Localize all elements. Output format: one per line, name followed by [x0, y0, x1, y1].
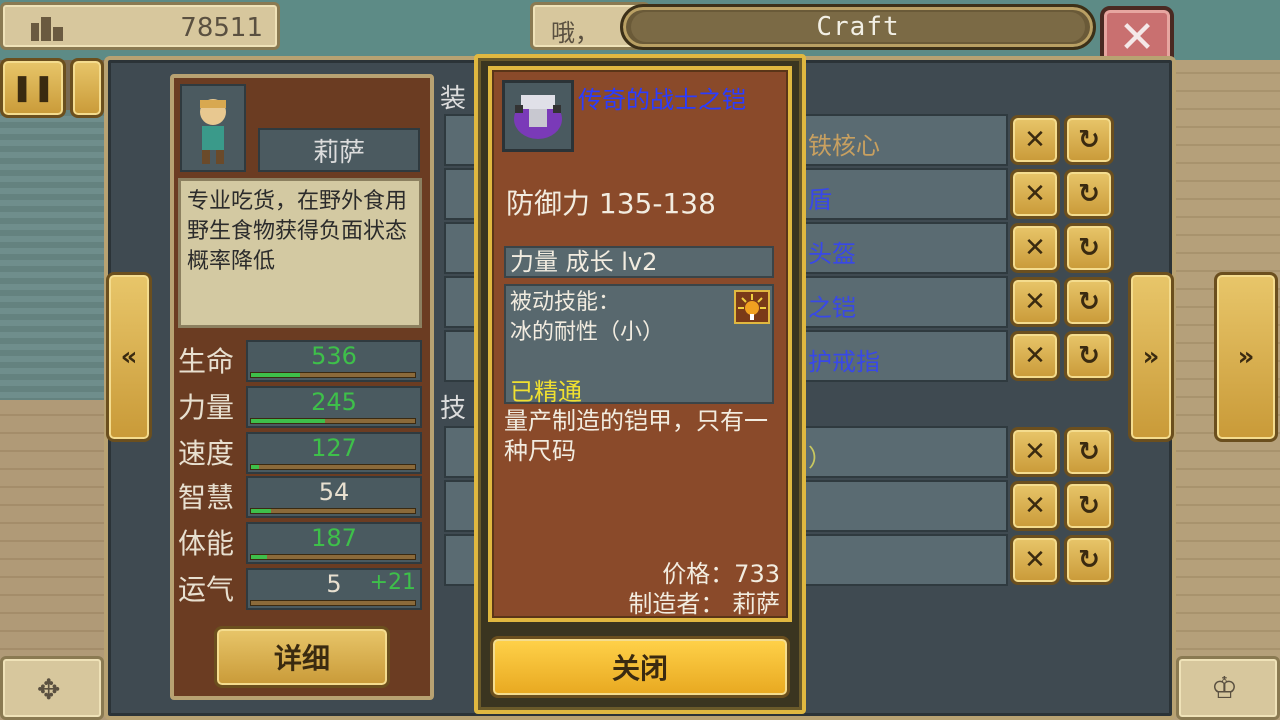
character-portrait — [180, 84, 246, 172]
skill-mastered: 已精通 — [510, 378, 582, 406]
message-text: 哦， — [551, 19, 599, 47]
building-icon — [27, 13, 67, 43]
craft-title: Craft — [631, 12, 1085, 42]
equipment-name: 之铠 — [808, 294, 856, 322]
crown-button[interactable]: ♔ — [1176, 656, 1280, 720]
stat-box: 536 — [246, 340, 422, 382]
coin-counter: 78511 — [0, 2, 280, 50]
stat-box: 127 — [246, 432, 422, 474]
swap-button[interactable]: ↻ — [1064, 331, 1114, 381]
unequip-button[interactable]: ✕ — [1010, 535, 1060, 585]
unequip-button[interactable]: ✕ — [1010, 169, 1060, 219]
dpad-button[interactable]: ✥ — [0, 656, 104, 720]
stat-box: 245 — [246, 386, 422, 428]
item-flavor-text: 量产制造的铠甲，只有一种尺码 — [504, 407, 768, 465]
item-growth: 力量 成长 lv2 — [504, 246, 774, 278]
prev-page-button[interactable]: « — [106, 272, 152, 442]
equipment-name: 护戒指 — [808, 348, 880, 376]
stat-bar — [250, 554, 416, 560]
world-background-left — [0, 110, 110, 410]
unequip-button[interactable]: ✕ — [1010, 331, 1060, 381]
equipment-name: 铁核心 — [808, 132, 880, 160]
swap-button[interactable]: ↻ — [1064, 277, 1114, 327]
equipment-name: ） — [808, 444, 832, 472]
stat-value: 536 — [311, 342, 357, 370]
unequip-button[interactable]: ✕ — [1010, 277, 1060, 327]
stat-bar — [250, 418, 416, 424]
character-description: 专业吃货，在野外食用野生食物获得负面状态概率降低 — [178, 178, 422, 328]
stat-bar-fill — [251, 465, 260, 469]
next-page-button[interactable]: » — [1128, 272, 1174, 442]
swap-button[interactable]: ↻ — [1064, 115, 1114, 165]
double-left-arrow-icon: « — [120, 342, 138, 372]
skill-title: 被动技能： — [510, 290, 621, 315]
item-maker: 制造者： 莉萨 — [628, 590, 780, 618]
stat-value: 127 — [311, 434, 357, 462]
popup-close-button[interactable]: 关闭 — [490, 636, 790, 698]
stat-label: 智慧 — [178, 481, 235, 514]
stat-bar-fill — [251, 419, 325, 423]
pause-icon: ❚❚ — [11, 73, 55, 103]
skill-name: 冰的耐性（小） — [510, 320, 665, 345]
stat-box: 54 — [246, 476, 422, 518]
unequip-button[interactable]: ✕ — [1010, 115, 1060, 165]
coin-value: 78511 — [180, 13, 263, 43]
stat-label: 运气 — [178, 573, 235, 606]
item-defense: 防御力 135-138 — [506, 187, 716, 220]
stat-label: 力量 — [178, 391, 235, 424]
stat-label: 体能 — [178, 527, 235, 560]
stat-bar — [250, 600, 416, 606]
sun-icon — [734, 290, 770, 324]
double-right-arrow-icon: » — [1237, 342, 1255, 372]
armor-icon — [502, 80, 574, 152]
dpad-icon: ✥ — [37, 673, 61, 706]
stat-bar — [250, 372, 416, 378]
double-right-arrow-icon: » — [1142, 342, 1160, 372]
stat-box: 187 — [246, 522, 422, 564]
character-name: 莉萨 — [258, 128, 420, 172]
equipment-heading: 装 — [440, 84, 467, 114]
item-name: 传奇的战士之铠 — [578, 86, 746, 114]
detail-button[interactable]: 详细 — [214, 626, 390, 688]
stat-bar — [250, 508, 416, 514]
skill-heading: 技 — [440, 394, 467, 424]
stat-bar-fill — [251, 509, 271, 513]
swap-button[interactable]: ↻ — [1064, 535, 1114, 585]
stat-label: 生命 — [178, 345, 235, 378]
swap-button[interactable]: ↻ — [1064, 169, 1114, 219]
swap-button[interactable]: ↻ — [1064, 427, 1114, 477]
stat-value: 245 — [311, 388, 357, 416]
equipment-name: 盾 — [808, 186, 832, 214]
secondary-nav-button[interactable] — [70, 58, 104, 118]
stat-bonus: +21 — [369, 570, 416, 595]
next-character-button[interactable]: » — [1214, 272, 1278, 442]
unequip-button[interactable]: ✕ — [1010, 481, 1060, 531]
stat-bar-fill — [251, 555, 268, 559]
stat-value: 54 — [318, 478, 350, 506]
stat-value: 187 — [311, 524, 357, 552]
unequip-button[interactable]: ✕ — [1010, 427, 1060, 477]
swap-button[interactable]: ↻ — [1064, 481, 1114, 531]
stat-label: 速度 — [178, 437, 235, 470]
swap-button[interactable]: ↻ — [1064, 223, 1114, 273]
craft-title-bar: Craft — [620, 4, 1096, 50]
pause-button[interactable]: ❚❚ — [0, 58, 66, 118]
equipment-name: 头盔 — [808, 240, 856, 268]
stat-box: 5 +21 — [246, 568, 422, 610]
crown-icon: ♔ — [1211, 671, 1238, 706]
stat-bar-fill — [251, 373, 301, 377]
unequip-button[interactable]: ✕ — [1010, 223, 1060, 273]
stat-bar — [250, 464, 416, 470]
